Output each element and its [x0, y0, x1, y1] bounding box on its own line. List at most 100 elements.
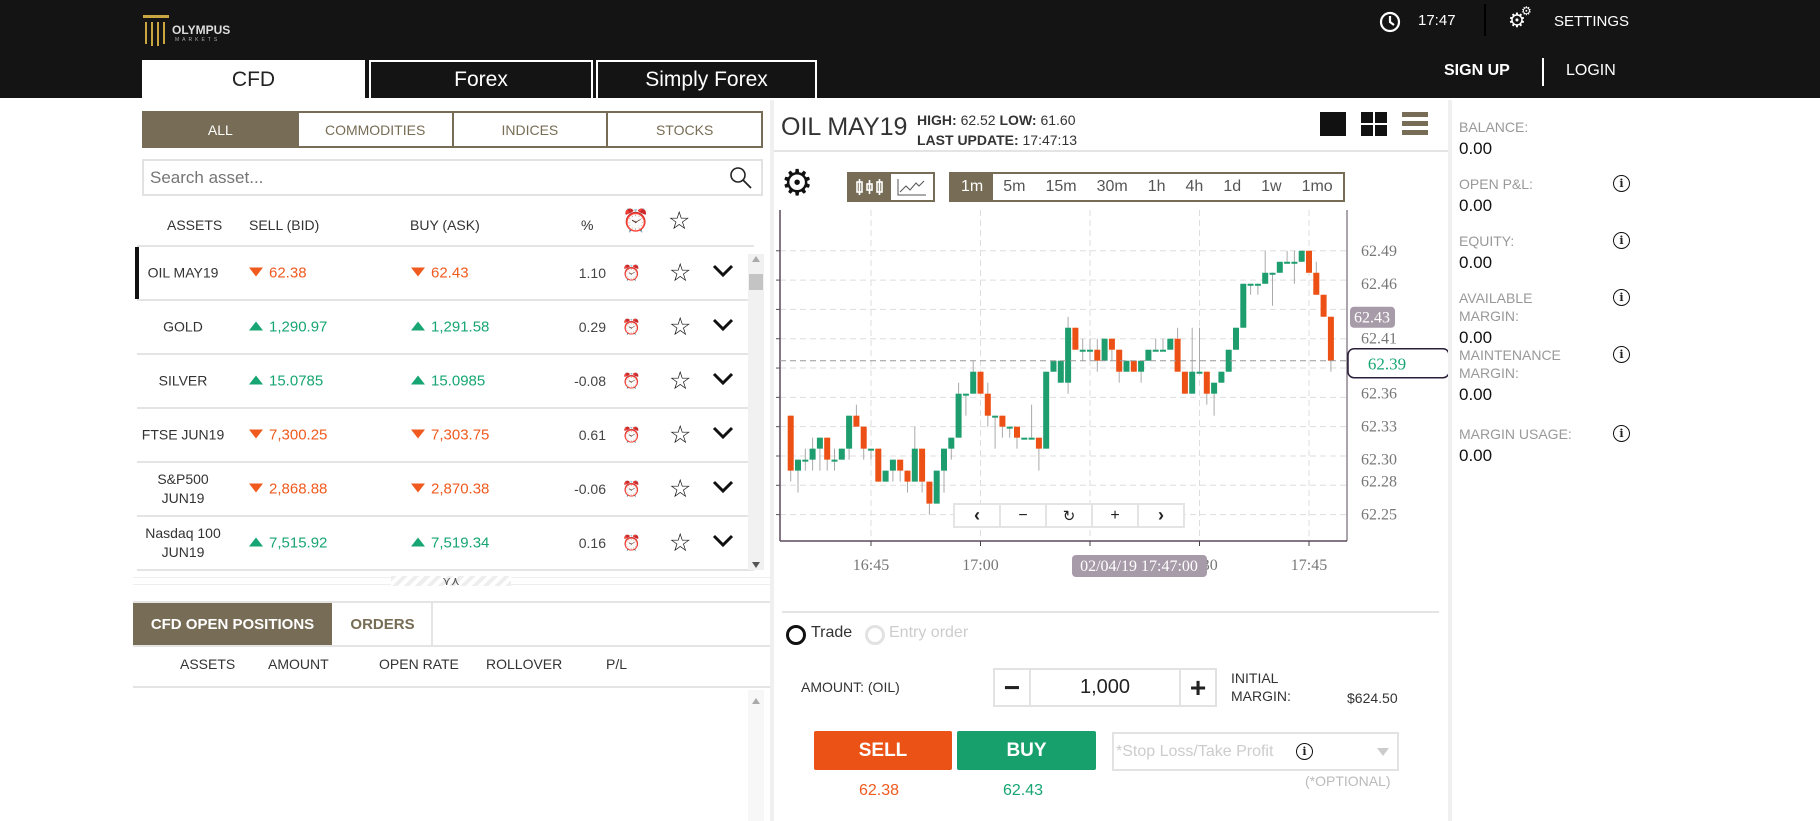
- candle-body: [1320, 294, 1327, 317]
- decrease-amount-button[interactable]: −: [995, 670, 1031, 705]
- info-icon[interactable]: i: [1613, 346, 1630, 363]
- chevron-down-icon[interactable]: [712, 480, 734, 498]
- info-icon[interactable]: i: [1613, 425, 1630, 442]
- star-icon[interactable]: ☆: [669, 474, 691, 504]
- category-commodities[interactable]: COMMODITIES: [296, 113, 452, 146]
- tab-simply-forex[interactable]: Simply Forex: [596, 60, 817, 98]
- line-chart-icon[interactable]: [891, 174, 933, 200]
- layout-single-icon[interactable]: [1320, 112, 1346, 136]
- sell-price[interactable]: 7,300.25: [249, 427, 327, 444]
- buy-price[interactable]: 2,870.38: [411, 481, 489, 498]
- candlestick-icon[interactable]: [849, 174, 891, 200]
- timeframe-1d[interactable]: 1d: [1213, 174, 1251, 200]
- star-icon[interactable]: ☆: [669, 258, 691, 288]
- olympus-logo[interactable]: OLYMPUS MARKETS: [142, 14, 257, 48]
- star-icon[interactable]: ☆: [669, 420, 691, 450]
- chevron-down-icon[interactable]: [712, 264, 734, 282]
- sell-price[interactable]: 1,290.97: [249, 319, 327, 336]
- asset-row[interactable]: OIL MAY19 62.38 62.43 1.10 ⏰ ☆: [135, 247, 754, 301]
- sell-price[interactable]: 7,515.92: [249, 535, 327, 552]
- category-all[interactable]: ALL: [144, 113, 297, 146]
- star-icon[interactable]: ☆: [669, 366, 691, 396]
- pan-right-icon[interactable]: ›: [1139, 505, 1183, 526]
- alarm-clock-icon[interactable]: ⏰: [622, 426, 641, 444]
- timeframe-1w[interactable]: 1w: [1251, 174, 1291, 200]
- alarm-clock-icon[interactable]: ⏰: [622, 480, 641, 498]
- star-icon: ☆: [668, 207, 691, 235]
- reset-icon[interactable]: ↻: [1047, 505, 1093, 526]
- info-icon[interactable]: i: [1613, 232, 1630, 249]
- chevron-down-icon[interactable]: [712, 318, 734, 336]
- asset-list-scrollbar[interactable]: [748, 254, 764, 570]
- timeframe-15m[interactable]: 15m: [1035, 174, 1086, 200]
- buy-price[interactable]: 1,291.58: [411, 319, 489, 336]
- panel-resize-handle[interactable]: ⋎⋏: [133, 575, 770, 587]
- scrollbar-thumb[interactable]: [749, 274, 763, 290]
- timeframe-4h[interactable]: 4h: [1176, 174, 1214, 200]
- alarm-clock-icon[interactable]: ⏰: [622, 534, 641, 552]
- candle-body: [904, 470, 911, 482]
- tab-cfd-open-positions[interactable]: CFD OPEN POSITIONS: [133, 603, 332, 645]
- chevron-down-icon[interactable]: [712, 372, 734, 390]
- pan-left-icon[interactable]: ‹: [955, 505, 1001, 526]
- timeframe-1h[interactable]: 1h: [1138, 174, 1176, 200]
- timeframe-30m[interactable]: 30m: [1087, 174, 1138, 200]
- trade-radio[interactable]: [786, 625, 806, 645]
- alarm-clock-icon[interactable]: ⏰: [622, 372, 641, 390]
- info-icon[interactable]: i: [1613, 175, 1630, 192]
- info-icon[interactable]: i: [1613, 289, 1630, 306]
- alarm-clock-icon[interactable]: ⏰: [622, 318, 641, 336]
- tab-cfd[interactable]: CFD: [142, 60, 365, 98]
- sell-price[interactable]: 15.0785: [249, 373, 323, 390]
- tab-forex[interactable]: Forex: [369, 60, 593, 98]
- layout-grid-icon[interactable]: [1361, 112, 1387, 136]
- login-link[interactable]: LOGIN: [1566, 62, 1616, 80]
- star-icon[interactable]: ☆: [669, 312, 691, 342]
- positions-scrollbar[interactable]: [748, 690, 764, 821]
- buy-price[interactable]: 62.43: [411, 265, 469, 282]
- tab-orders[interactable]: ORDERS: [334, 603, 433, 645]
- settings-label: SETTINGS: [1554, 13, 1630, 30]
- sell-button[interactable]: SELL: [814, 731, 952, 770]
- candle-body: [1028, 437, 1035, 440]
- category-stocks[interactable]: STOCKS: [606, 113, 761, 146]
- star-icon[interactable]: ☆: [669, 528, 691, 558]
- asset-row[interactable]: FTSE JUN19 7,300.25 7,303.75 0.61 ⏰ ☆: [137, 409, 754, 463]
- increase-amount-button[interactable]: +: [1179, 670, 1215, 705]
- buy-price[interactable]: 7,303.75: [411, 427, 489, 444]
- sell-price[interactable]: 2,868.88: [249, 481, 327, 498]
- alarm-clock-icon: ⏰: [622, 208, 650, 233]
- asset-row[interactable]: Nasdaq 100 JUN19 7,515.92 7,519.34 0.16 …: [137, 517, 754, 571]
- chevron-down-icon[interactable]: [712, 534, 734, 552]
- chart-settings-gear-icon[interactable]: ⚙: [781, 165, 813, 201]
- price-chart[interactable]: 16:4517:0017:1517:3017:4562.2562.2862.30…: [770, 210, 1450, 590]
- zoom-in-icon[interactable]: +: [1093, 505, 1139, 526]
- alarm-clock-icon[interactable]: ⏰: [622, 264, 641, 282]
- settings-button[interactable]: ⚙ ⚙ SETTINGS: [1508, 4, 1630, 38]
- asset-row[interactable]: SILVER 15.0785 15.0985 -0.08 ⏰ ☆: [137, 355, 754, 409]
- chevron-down-icon[interactable]: [712, 426, 734, 444]
- signup-link[interactable]: SIGN UP: [1444, 62, 1510, 80]
- search-icon[interactable]: [729, 166, 753, 190]
- asset-row[interactable]: S&P500 JUN19 2,868.88 2,870.38 -0.06 ⏰ ☆: [137, 463, 754, 517]
- stop-loss-take-profit-dropdown[interactable]: *Stop Loss/Take Profit i: [1112, 732, 1399, 771]
- layout-list-icon[interactable]: [1402, 112, 1428, 136]
- timeframe-1m[interactable]: 1m: [951, 174, 994, 200]
- asset-row[interactable]: GOLD 1,290.97 1,291.58 0.29 ⏰ ☆: [137, 301, 754, 355]
- clock-time: 17:47: [1418, 12, 1456, 29]
- buy-button[interactable]: BUY: [957, 731, 1096, 770]
- timeframe-5m[interactable]: 5m: [993, 174, 1035, 200]
- zoom-out-icon[interactable]: −: [1001, 505, 1047, 526]
- info-icon[interactable]: i: [1296, 743, 1313, 760]
- positions-tabs: CFD OPEN POSITIONS ORDERS: [133, 601, 770, 647]
- search-input[interactable]: [144, 161, 704, 194]
- sell-price[interactable]: 62.38: [249, 265, 307, 282]
- down-arrow-icon: [249, 267, 263, 277]
- entry-order-radio[interactable]: [865, 625, 885, 645]
- buy-price[interactable]: 15.0985: [411, 373, 485, 390]
- buy-price[interactable]: 7,519.34: [411, 535, 489, 552]
- clock-icon: [1379, 11, 1401, 33]
- amount-input[interactable]: [1031, 670, 1179, 705]
- category-indices[interactable]: INDICES: [451, 113, 607, 146]
- timeframe-1mo[interactable]: 1mo: [1292, 174, 1343, 200]
